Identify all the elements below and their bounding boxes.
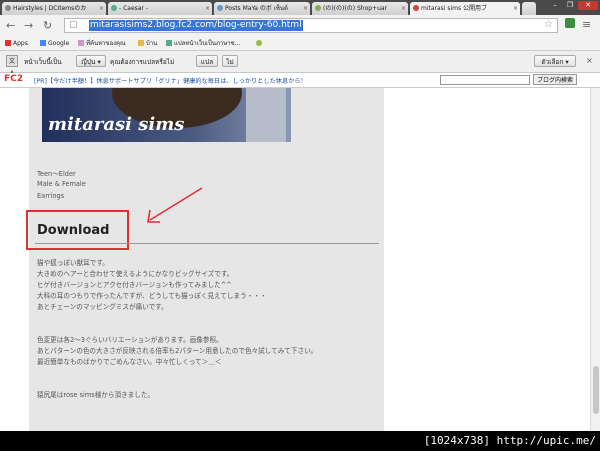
bookmark-label: Apps — [13, 40, 28, 47]
ear-shape — [246, 88, 286, 142]
ad-link[interactable]: [PR]【今だけ半額！】休息サポートサプリ「グリナ」健康的な毎日は、しっかりとし… — [34, 76, 307, 85]
scrollbar-thumb[interactable] — [593, 366, 599, 414]
close-icon[interactable]: × — [99, 2, 104, 15]
description-line: 大科の耳のつもりで作ったんですが、どうしても猫っぽく見えてしまう・・・ — [37, 292, 267, 300]
folder-icon — [138, 40, 144, 46]
url-text[interactable]: mitarasisims2.blog.fc2.com/blog-entry-60… — [89, 20, 303, 31]
close-icon[interactable]: × — [586, 56, 593, 65]
address-bar[interactable]: ▢ mitarasisims2.blog.fc2.com/blog-entry-… — [64, 18, 558, 33]
credit-text: 猿尻尾はrose sims様から頂きました。 — [37, 391, 155, 399]
bookmark-label: Google — [48, 40, 70, 47]
heading-divider — [35, 243, 379, 244]
bookmark-icon — [256, 40, 262, 46]
tab-caesar[interactable]: - Caesar - × — [108, 2, 212, 15]
close-icon[interactable]: × — [513, 2, 518, 15]
translate-bar: 文A หน้าเว็บนี้เป็น ญี่ปุ่น ▾ คุณต้องการแ… — [0, 51, 600, 77]
description-line: 色変更は各2〜3ぐらいバリエーションがあります。画像参照。 — [37, 336, 223, 344]
download-heading[interactable]: Download — [37, 223, 109, 238]
maximize-icon[interactable]: ❐ — [563, 1, 577, 10]
close-icon[interactable]: × — [303, 2, 308, 15]
item-type: Earrings — [37, 192, 65, 200]
blog-search-input[interactable] — [440, 75, 530, 85]
translate-icon: 文A — [6, 55, 18, 77]
bookmark-icon — [78, 40, 84, 46]
bookmark-label: แปลหน้าเว็บเป็นภาษาซ... — [174, 40, 241, 47]
forward-icon[interactable]: → — [24, 19, 33, 32]
tab-favicon-icon — [5, 5, 11, 11]
options-label: ตัวเลือก — [541, 58, 564, 66]
close-icon[interactable]: × — [205, 2, 210, 15]
description-line: 猫や狐っぽい獣耳です。 — [37, 259, 109, 267]
tab-mitarasi-sims[interactable]: mitarasi sims 公開用ブ × — [410, 2, 520, 15]
annotation-arrow — [147, 187, 203, 223]
bookmark-google[interactable]: Google — [40, 37, 69, 50]
item-gender: Male & Female — [37, 180, 86, 188]
minimize-icon[interactable]: – — [548, 1, 562, 10]
description-line: ヒゲ付きバージョンとアクセ付きバージョンも作ってみました^^ — [37, 281, 232, 289]
description-line: あとパターンの色の大きさが反映される倍率も2パターン用意したので色々試してみて下… — [37, 347, 318, 355]
menu-icon[interactable]: ≡ — [582, 18, 591, 31]
bookmark-home[interactable]: บ้าน — [138, 37, 157, 50]
bookmark-icon — [166, 40, 172, 46]
bookmark-star-icon[interactable]: ☆ — [544, 19, 553, 30]
item-age: Teen〜Elder — [37, 170, 76, 178]
bookmark-label: บ้าน — [146, 40, 158, 47]
tab-title: (の)(の)(の) Shop+uar — [323, 5, 388, 12]
tab-favicon-icon — [315, 5, 321, 11]
navigation-toolbar: ← → ↻ ▢ mitarasisims2.blog.fc2.com/blog-… — [0, 15, 600, 38]
description-line: 大きめのヘアーと合わせて使えるようにかなりビッグサイズです。 — [37, 270, 234, 278]
tab-shop[interactable]: (の)(の)(の) Shop+uar × — [312, 2, 408, 15]
translate-options-button[interactable]: ตัวเลือก ▾ — [534, 55, 576, 67]
fc2-logo-text: FC2 — [4, 74, 24, 84]
translate-button[interactable]: แปล — [196, 55, 218, 67]
reload-icon[interactable]: ↻ — [43, 19, 52, 32]
tab-title: - Caesar - — [119, 5, 148, 12]
tab-favicon-icon — [413, 5, 419, 11]
tab-posts[interactable]: Posts MaYa のボ เซ็นต์ × — [214, 2, 310, 15]
tab-title: Hairstyles | DCItemsのカ — [13, 5, 87, 12]
bookmark-apps[interactable]: Apps — [5, 37, 28, 50]
bookmark-extra[interactable] — [256, 37, 264, 50]
translate-question: คุณต้องการแปลหรือไม่ — [110, 58, 175, 66]
extension-icon[interactable] — [565, 18, 575, 28]
description-line: 最近簡単なものばかりでごめんなさい。中々忙しくって＞＿＜ — [37, 358, 222, 366]
fc2-header: FC2 [PR]【今だけ半額！】休息サポートサプリ「グリナ」健康的な毎日は、しっ… — [0, 73, 600, 88]
no-translate-button[interactable]: ไม่ — [222, 55, 238, 67]
vertical-scrollbar[interactable] — [590, 88, 600, 431]
apps-icon — [5, 40, 11, 46]
blog-search-button[interactable]: ブログ内検索 — [533, 74, 577, 85]
description-line: あとチェーンのマッピングミスが痛いです。 — [37, 303, 168, 311]
language-label: ญี่ปุ่น — [81, 58, 96, 66]
watermark-text: [1024x738] http://upic.me/ — [423, 434, 596, 447]
tab-favicon-icon — [217, 5, 223, 11]
bookmark-search[interactable]: ที่ค้นหาของคุณ — [78, 37, 126, 50]
tab-title: Posts MaYa のボ เซ็นต์ — [225, 5, 288, 12]
tab-title: mitarasi sims 公開用ブ — [421, 5, 488, 12]
new-tab-button[interactable] — [522, 2, 536, 15]
banner-title: mitarasi sims — [48, 114, 185, 135]
browser-window: Hairstyles | DCItemsのカ × - Caesar - × Po… — [0, 0, 600, 451]
translate-prompt: หน้าเว็บนี้เป็น — [24, 58, 62, 66]
tab-favicon-icon — [111, 5, 117, 11]
page-content: mitarasi sims Teen〜Elder Male & Female E… — [0, 88, 590, 431]
page-icon: ▢ — [69, 20, 78, 30]
language-select[interactable]: ญี่ปุ่น ▾ — [76, 55, 106, 67]
tab-bar: Hairstyles | DCItemsのカ × - Caesar - × Po… — [0, 0, 600, 15]
fc2-logo[interactable]: FC2 — [4, 74, 23, 84]
back-icon[interactable]: ← — [6, 19, 15, 32]
close-icon[interactable]: × — [401, 2, 406, 15]
bookmark-translate[interactable]: แปลหน้าเว็บเป็นภาษาซ... — [166, 37, 240, 50]
tab-hairstyles[interactable]: Hairstyles | DCItemsのカ × — [2, 2, 106, 15]
bookmark-label: ที่ค้นหาของคุณ — [86, 40, 126, 47]
watermark-bar: [1024x738] http://upic.me/ — [0, 431, 600, 451]
google-icon — [40, 40, 46, 46]
banner-image: mitarasi sims — [42, 88, 291, 142]
window-close-icon[interactable]: ✕ — [578, 1, 598, 10]
bookmarks-bar: Apps Google ที่ค้นหาของคุณ บ้าน แปลหน้าเ… — [0, 37, 600, 51]
